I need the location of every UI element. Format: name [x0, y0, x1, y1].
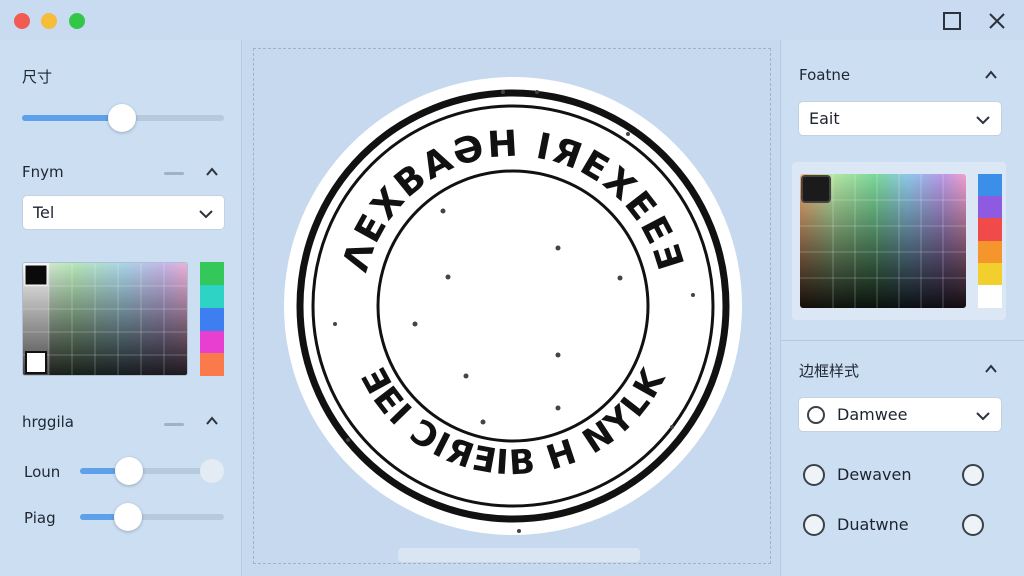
loun-slider-fill — [80, 468, 116, 474]
section-divider — [781, 340, 1024, 341]
swatch-purple[interactable] — [978, 196, 1002, 218]
maximize-icon[interactable] — [941, 10, 963, 32]
left-color-palette[interactable] — [22, 262, 188, 376]
radio-dewaven[interactable] — [803, 464, 825, 486]
piag-slider[interactable] — [80, 514, 224, 520]
font-select[interactable]: Tel — [22, 195, 225, 230]
swatch-red[interactable] — [978, 218, 1002, 241]
chevron-down-icon — [199, 210, 213, 219]
piag-slider-knob[interactable] — [114, 503, 142, 531]
chevron-up-icon[interactable] — [204, 413, 220, 429]
swatch-blue[interactable] — [978, 174, 1002, 196]
right-color-palette[interactable] — [800, 174, 966, 308]
swatch-magenta[interactable] — [200, 331, 224, 353]
loun-slider-end — [200, 459, 224, 483]
piag-slider-fill — [80, 514, 116, 520]
swatch-yellow[interactable] — [978, 263, 1002, 285]
chevron-up-icon[interactable] — [204, 164, 220, 180]
font-weight-select[interactable]: Eait — [798, 101, 1002, 136]
font-select-value: Tel — [33, 203, 55, 222]
left-sidebar: 尺寸 Fnym Tel hrggila Loun Piag — [0, 40, 242, 576]
title-bar — [0, 0, 1024, 40]
radio-duatwne[interactable] — [803, 514, 825, 536]
swatch-blue[interactable] — [200, 308, 224, 331]
chevron-down-icon — [976, 412, 990, 421]
right-sidebar: Foatne Eait 边框样式 Damwee Dewaven Duatwne — [780, 40, 1024, 576]
loun-slider[interactable] — [80, 468, 220, 474]
swatch-white[interactable] — [978, 285, 1002, 308]
left-palette-swatches[interactable] — [23, 263, 188, 376]
collapse-dash-icon[interactable] — [164, 172, 184, 175]
radio-duatwne-label: Duatwne — [837, 515, 909, 534]
stamp-seal[interactable]: ΛEXBAƏH IЯEXEEƎ ƎEI ƆIЯƎIB H NYLK — [283, 76, 743, 536]
left-color-strip[interactable] — [200, 262, 224, 376]
loun-label: Loun — [24, 463, 61, 481]
swatch-teal[interactable] — [200, 285, 224, 308]
right-palette-swatches[interactable] — [800, 174, 966, 308]
collapse-dash-icon[interactable] — [164, 423, 184, 426]
canvas-area[interactable]: ΛEXBAƏH IЯEXEEƎ ƎEI ƆIЯƎIB H NYLK — [243, 40, 779, 576]
radio-icon — [807, 406, 825, 424]
radio-dewaven-right[interactable] — [962, 464, 984, 486]
highlight-section-label: hrggila — [22, 413, 74, 431]
swatch-orange[interactable] — [978, 241, 1002, 263]
zoom-window-button[interactable] — [69, 13, 85, 29]
chevron-down-icon — [976, 116, 990, 125]
piag-label: Piag — [24, 509, 56, 527]
close-window-button[interactable] — [14, 13, 30, 29]
loun-slider-knob[interactable] — [115, 457, 143, 485]
close-icon[interactable] — [986, 10, 1008, 32]
right-color-strip[interactable] — [978, 174, 1002, 308]
app-window: 尺寸 Fnym Tel hrggila Loun Piag ΛEXBAƏH IЯ… — [0, 0, 1024, 576]
font-section-label: Fnym — [22, 163, 64, 181]
size-slider-fill — [22, 115, 122, 121]
radio-duatwne-right[interactable] — [962, 514, 984, 536]
swatch-orange[interactable] — [200, 353, 224, 376]
minimize-window-button[interactable] — [41, 13, 57, 29]
border-style-label: 边框样式 — [799, 362, 860, 380]
font-section-label: Foatne — [799, 66, 851, 84]
font-weight-select-value: Eait — [809, 109, 840, 128]
border-style-select-value: Damwee — [837, 405, 908, 424]
canvas-horizontal-scrollbar[interactable] — [398, 548, 640, 562]
size-slider-knob[interactable] — [108, 104, 136, 132]
border-style-select[interactable]: Damwee — [798, 397, 1002, 432]
radio-dewaven-label: Dewaven — [837, 465, 912, 484]
chevron-up-icon[interactable] — [983, 67, 999, 83]
swatch-green[interactable] — [200, 262, 224, 285]
chevron-up-icon[interactable] — [983, 361, 999, 377]
size-label: 尺寸 — [22, 68, 53, 86]
